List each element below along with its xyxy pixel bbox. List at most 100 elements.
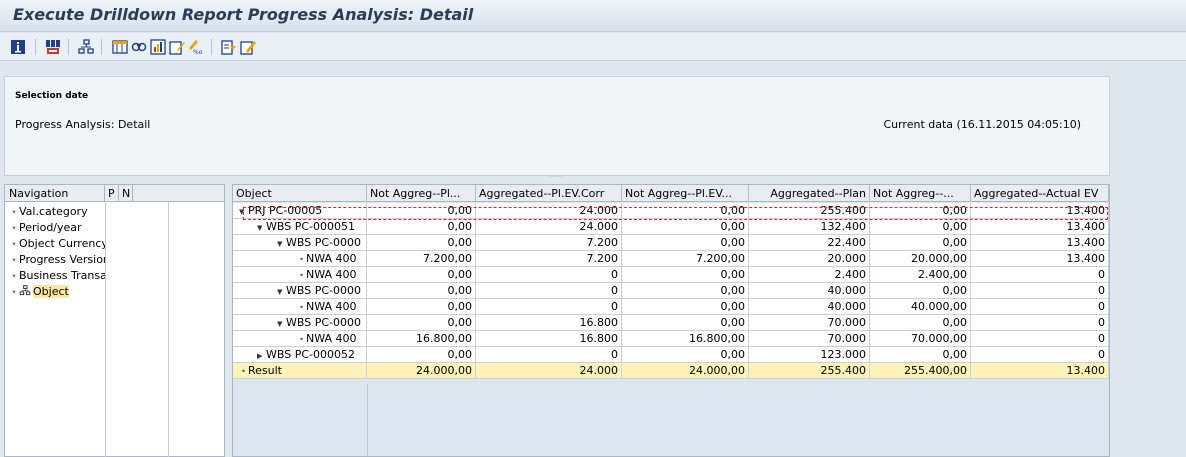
display-text-icon[interactable]: %o bbox=[188, 39, 204, 55]
nav-item-object[interactable]: • Object bbox=[5, 284, 105, 300]
value-cell[interactable]: 7.200 bbox=[476, 251, 622, 267]
value-cell[interactable]: 0,00 bbox=[622, 347, 749, 363]
splitter-handle[interactable]: ..... bbox=[549, 172, 564, 179]
column-header[interactable]: Aggregated--Pl.EV.Corr bbox=[476, 185, 622, 202]
layout-icon[interactable] bbox=[112, 39, 128, 55]
value-cell[interactable]: 24.000,00 bbox=[622, 363, 749, 379]
value-cell[interactable]: 0 bbox=[476, 283, 622, 299]
nav-item-progress-version[interactable]: • Progress Version bbox=[5, 252, 105, 268]
object-cell[interactable]: • NWA 400 bbox=[233, 267, 367, 283]
value-cell[interactable]: 0 bbox=[971, 299, 1109, 315]
value-cell[interactable]: 0,00 bbox=[367, 267, 476, 283]
collapse-triangle-icon[interactable]: ▶ bbox=[257, 349, 266, 362]
expand-triangle-icon[interactable]: ▼ bbox=[257, 221, 266, 234]
value-cell[interactable]: 0,00 bbox=[367, 219, 476, 235]
value-cell[interactable]: 16.800 bbox=[476, 315, 622, 331]
value-cell[interactable]: 132.400 bbox=[749, 219, 870, 235]
expand-triangle-icon[interactable]: ▼ bbox=[277, 285, 286, 298]
value-cell[interactable]: 255.400 bbox=[749, 363, 870, 379]
result-row[interactable]: • Result 24.000,00 24.000 24.000,00 255.400 25… bbox=[233, 363, 1109, 379]
value-cell[interactable]: 13.400 bbox=[971, 251, 1109, 267]
value-cell[interactable]: 13.400 bbox=[971, 203, 1109, 219]
value-cell[interactable]: 0,00 bbox=[622, 203, 749, 219]
value-cell[interactable]: 24.000 bbox=[476, 219, 622, 235]
change-icon[interactable] bbox=[240, 39, 256, 55]
value-cell[interactable]: 70.000,00 bbox=[870, 331, 971, 347]
value-cell[interactable]: 0 bbox=[971, 331, 1109, 347]
column-header[interactable]: Aggregated--Plan bbox=[749, 185, 870, 202]
table-row[interactable]: ▼ WBS PC-0000 0,00 16.800 0,00 70.000 0,00 0 bbox=[233, 315, 1109, 331]
expand-triangle-icon[interactable]: ▼ bbox=[239, 205, 248, 218]
value-cell[interactable]: 7.200 bbox=[476, 235, 622, 251]
value-cell[interactable]: 0,00 bbox=[622, 267, 749, 283]
table-row[interactable]: ▼ WBS PC-0000 0,00 0 0,00 40.000 0,00 0 bbox=[233, 283, 1109, 299]
value-cell[interactable]: 24.000 bbox=[476, 363, 622, 379]
value-cell[interactable]: 0,00 bbox=[870, 315, 971, 331]
value-cell[interactable]: 255.400 bbox=[749, 203, 870, 219]
object-cell[interactable]: • NWA 400 bbox=[233, 251, 367, 267]
value-cell[interactable]: 0,00 bbox=[367, 235, 476, 251]
find-icon[interactable] bbox=[131, 39, 147, 55]
value-cell[interactable]: 20.000 bbox=[749, 251, 870, 267]
object-cell[interactable]: • NWA 400 bbox=[233, 331, 367, 347]
value-cell[interactable]: 0 bbox=[971, 283, 1109, 299]
expand-triangle-icon[interactable]: ▼ bbox=[277, 317, 286, 330]
value-cell[interactable]: 22.400 bbox=[749, 235, 870, 251]
value-cell[interactable]: 7.200,00 bbox=[622, 251, 749, 267]
column-header[interactable]: Aggregated--Actual EV bbox=[971, 185, 1109, 202]
value-cell[interactable]: 0,00 bbox=[367, 283, 476, 299]
filter-icon[interactable] bbox=[45, 39, 61, 55]
value-cell[interactable]: 16.800 bbox=[476, 331, 622, 347]
object-cell[interactable]: ▶ WBS PC-000052 bbox=[233, 347, 367, 363]
value-cell[interactable]: 0,00 bbox=[367, 347, 476, 363]
graphic-icon[interactable] bbox=[150, 39, 166, 55]
value-cell[interactable]: 255.400,00 bbox=[870, 363, 971, 379]
column-header[interactable]: Not Aggreg--Pl... bbox=[367, 185, 476, 202]
value-cell[interactable]: 13.400 bbox=[971, 219, 1109, 235]
value-cell[interactable]: 70.000 bbox=[749, 315, 870, 331]
table-row[interactable]: • NWA 400 0,00 0 0,00 2.400 2.400,00 0 bbox=[233, 267, 1109, 283]
table-row[interactable]: ▶ WBS PC-000052 0,00 0 0,00 123.000 0,00 0 bbox=[233, 347, 1109, 363]
value-cell[interactable]: 0,00 bbox=[367, 203, 476, 219]
value-cell[interactable]: 0,00 bbox=[870, 235, 971, 251]
object-cell[interactable]: ▼ WBS PC-000051 bbox=[233, 219, 367, 235]
column-header[interactable]: Not Aggreg--Pl.EV... bbox=[622, 185, 749, 202]
info-icon[interactable] bbox=[10, 39, 26, 55]
object-cell[interactable]: ▼ WBS PC-0000 bbox=[233, 235, 367, 251]
table-row[interactable]: • NWA 400 16.800,00 16.800 16.800,00 70.000 70… bbox=[233, 331, 1109, 347]
table-row[interactable]: • NWA 400 0,00 0 0,00 40.000 40.000,00 0 bbox=[233, 299, 1109, 315]
column-header[interactable]: Not Aggreg--... bbox=[870, 185, 971, 202]
export-icon[interactable] bbox=[221, 39, 237, 55]
table-row[interactable]: ▼ WBS PC-0000 0,00 7.200 0,00 22.400 0,00 13.40… bbox=[233, 235, 1109, 251]
value-cell[interactable]: 0 bbox=[971, 315, 1109, 331]
nav-item-business-transaction[interactable]: •Business Transaction bbox=[5, 268, 105, 284]
hierarchy-icon[interactable] bbox=[78, 39, 94, 55]
object-cell[interactable]: ▼ WBS PC-0000 bbox=[233, 315, 367, 331]
value-cell[interactable]: 2.400 bbox=[749, 267, 870, 283]
object-cell[interactable]: • Result bbox=[233, 363, 367, 379]
value-cell[interactable]: 0,00 bbox=[622, 219, 749, 235]
table-row[interactable]: ▼ WBS PC-000051 0,00 24.000 0,00 132.400 0,00 1… bbox=[233, 219, 1109, 235]
value-cell[interactable]: 13.400 bbox=[971, 235, 1109, 251]
value-cell[interactable]: 0,00 bbox=[622, 235, 749, 251]
value-cell[interactable]: 0,00 bbox=[367, 299, 476, 315]
value-cell[interactable]: 70.000 bbox=[749, 331, 870, 347]
object-cell[interactable]: ▼ WBS PC-0000 bbox=[233, 283, 367, 299]
value-cell[interactable]: 40.000,00 bbox=[870, 299, 971, 315]
value-cell[interactable]: 0 bbox=[476, 347, 622, 363]
nav-item-val-category[interactable]: • Val.category bbox=[5, 204, 105, 220]
value-cell[interactable]: 0 bbox=[476, 299, 622, 315]
column-header-object[interactable]: Object bbox=[233, 185, 367, 202]
value-cell[interactable]: 40.000 bbox=[749, 299, 870, 315]
table-row[interactable]: • NWA 400 7.200,00 7.200 7.200,00 20.000 20.00… bbox=[233, 251, 1109, 267]
value-cell[interactable]: 24.000 bbox=[476, 203, 622, 219]
object-cell[interactable]: ▼ PRJ PC-00005 bbox=[233, 203, 367, 219]
value-cell[interactable]: 0,00 bbox=[622, 299, 749, 315]
value-cell[interactable]: 0,00 bbox=[367, 315, 476, 331]
edit-icon[interactable] bbox=[169, 39, 185, 55]
value-cell[interactable]: 0,00 bbox=[870, 283, 971, 299]
value-cell[interactable]: 0,00 bbox=[622, 315, 749, 331]
value-cell[interactable]: 16.800,00 bbox=[622, 331, 749, 347]
value-cell[interactable]: 123.000 bbox=[749, 347, 870, 363]
value-cell[interactable]: 20.000,00 bbox=[870, 251, 971, 267]
